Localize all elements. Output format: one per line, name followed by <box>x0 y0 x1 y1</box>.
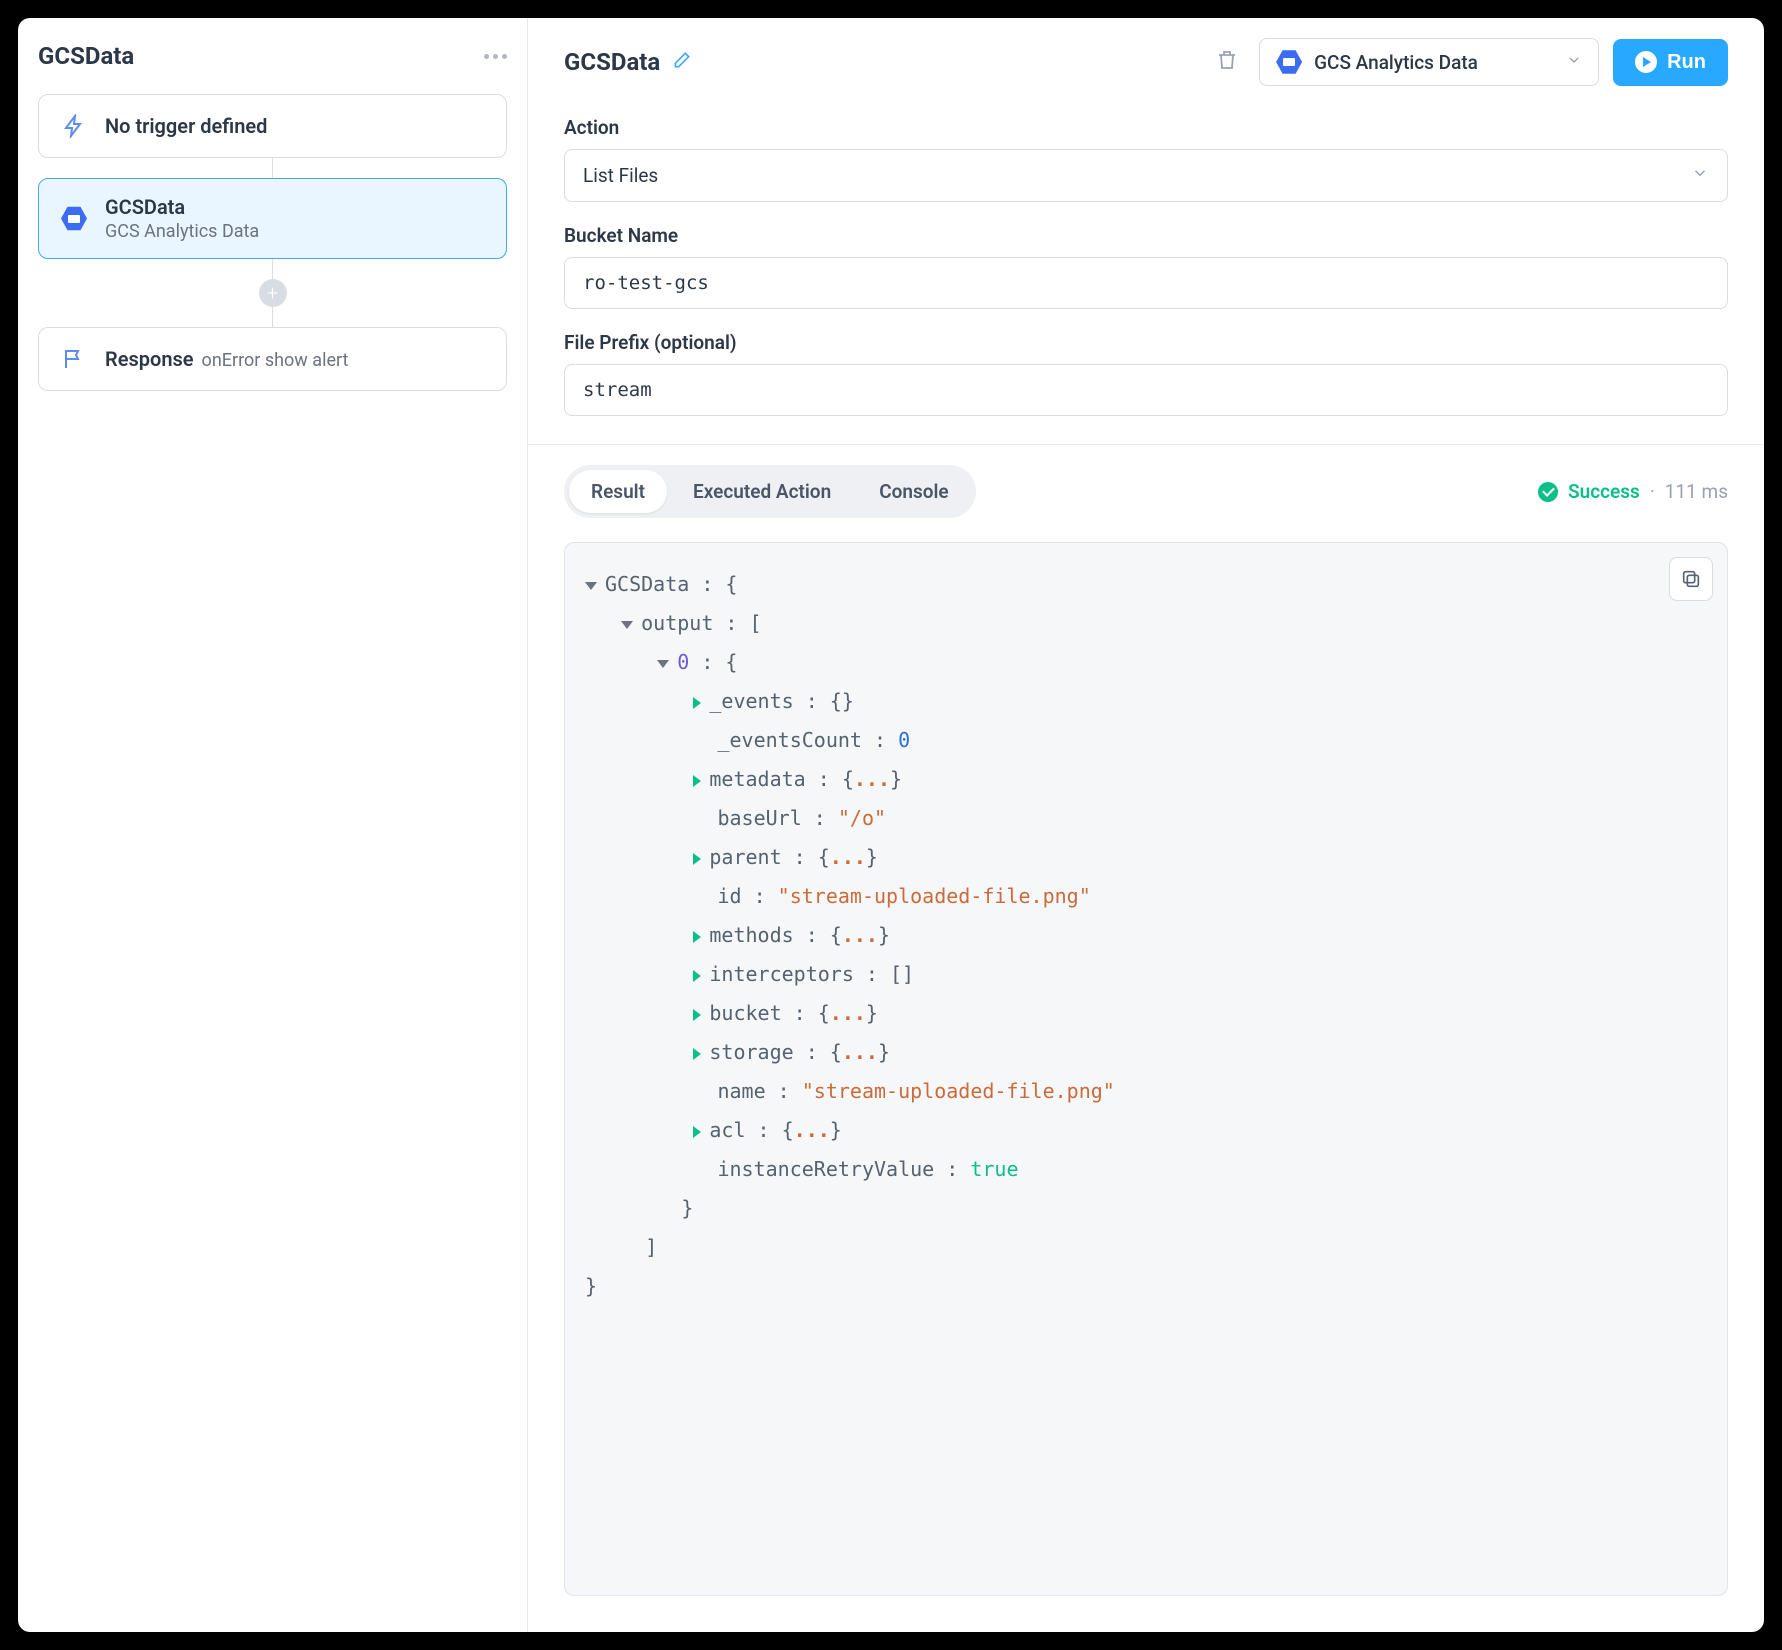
app-root: GCSData No trigger defined GCSData GCS A… <box>18 18 1764 1632</box>
action-label: Action <box>564 116 1728 139</box>
response-node[interactable]: Response onError show alert <box>38 327 507 391</box>
trash-icon[interactable] <box>1209 42 1245 82</box>
bucket-value: ro-test-gcs <box>583 272 709 294</box>
action-value: List Files <box>583 164 658 187</box>
check-icon <box>1538 482 1558 502</box>
add-step-button[interactable]: + <box>259 279 287 307</box>
more-icon[interactable] <box>484 54 507 59</box>
tree-row[interactable]: acl : {...} <box>585 1111 1707 1150</box>
status-text: Success <box>1568 480 1640 503</box>
response-label: Response <box>105 347 194 371</box>
tree-row: } <box>585 1267 1707 1306</box>
run-button[interactable]: Run <box>1613 39 1728 86</box>
result-pane: GCSData : { output : [ 0 : { _events : {… <box>564 542 1728 1596</box>
action-select[interactable]: List Files <box>564 149 1728 202</box>
prefix-input[interactable]: stream <box>564 364 1728 416</box>
connector <box>272 158 273 178</box>
tree-row[interactable]: interceptors : [] <box>585 955 1707 994</box>
response-sub: onError show alert <box>202 350 349 371</box>
tree-row[interactable]: 0 : { <box>585 643 1707 682</box>
gcs-hex-icon <box>59 204 89 234</box>
tree-row: instanceRetryValue : true <box>585 1150 1707 1189</box>
tab-console[interactable]: Console <box>857 470 970 513</box>
tree-row: id : "stream-uploaded-file.png" <box>585 877 1707 916</box>
gcs-node-title: GCSData <box>105 195 259 219</box>
edit-icon[interactable] <box>672 50 692 74</box>
bolt-icon <box>59 111 89 141</box>
chevron-down-icon <box>1566 52 1582 72</box>
sidebar: GCSData No trigger defined GCSData GCS A… <box>18 18 528 1632</box>
gcs-node[interactable]: GCSData GCS Analytics Data <box>38 178 507 259</box>
tree-row[interactable]: bucket : {...} <box>585 994 1707 1033</box>
tree-row: ] <box>585 1228 1707 1267</box>
gcs-node-subtitle: GCS Analytics Data <box>105 221 259 242</box>
trigger-label: No trigger defined <box>105 114 267 138</box>
tree-row[interactable]: methods : {...} <box>585 916 1707 955</box>
tree-row[interactable]: metadata : {...} <box>585 760 1707 799</box>
sidebar-header: GCSData <box>38 42 507 70</box>
separator: · <box>1650 480 1655 503</box>
play-icon <box>1635 51 1657 73</box>
tab-executed[interactable]: Executed Action <box>671 470 853 513</box>
tree-row: name : "stream-uploaded-file.png" <box>585 1072 1707 1111</box>
tree-row[interactable]: GCSData : { <box>585 565 1707 604</box>
resource-select[interactable]: GCS Analytics Data <box>1259 38 1599 86</box>
connector <box>272 307 273 327</box>
prefix-value: stream <box>583 379 652 401</box>
bucket-label: Bucket Name <box>564 224 1728 247</box>
bucket-input[interactable]: ro-test-gcs <box>564 257 1728 309</box>
status: Success · 111 ms <box>1538 480 1728 503</box>
resource-label: GCS Analytics Data <box>1314 51 1554 74</box>
result-tabs: Result Executed Action Console <box>564 465 976 518</box>
tree-row: baseUrl : "/o" <box>585 799 1707 838</box>
main-header: GCSData GCS Analytics Data Run <box>528 18 1764 104</box>
tree-row[interactable]: parent : {...} <box>585 838 1707 877</box>
workflow-title: GCSData <box>38 42 134 70</box>
gcs-hex-icon <box>1276 49 1302 75</box>
tab-result[interactable]: Result <box>569 470 667 513</box>
timing: 111 ms <box>1665 480 1728 503</box>
main-panel: GCSData GCS Analytics Data Run <box>528 18 1764 1632</box>
tree-row[interactable]: output : [ <box>585 604 1707 643</box>
tree-row[interactable]: _events : {} <box>585 682 1707 721</box>
tree-row: } <box>585 1189 1707 1228</box>
trigger-node[interactable]: No trigger defined <box>38 94 507 158</box>
run-label: Run <box>1667 51 1706 74</box>
results-bar: Result Executed Action Console Success ·… <box>528 444 1764 532</box>
form-section: Action List Files Bucket Name ro-test-gc… <box>528 104 1764 444</box>
copy-button[interactable] <box>1669 557 1713 601</box>
page-title: GCSData <box>564 48 660 76</box>
chevron-down-icon <box>1691 164 1709 187</box>
tree-row: _eventsCount : 0 <box>585 721 1707 760</box>
prefix-label: File Prefix (optional) <box>564 331 1728 354</box>
flag-icon <box>59 344 89 374</box>
node-list: No trigger defined GCSData GCS Analytics… <box>38 94 507 391</box>
connector <box>272 259 273 279</box>
tree-row[interactable]: storage : {...} <box>585 1033 1707 1072</box>
